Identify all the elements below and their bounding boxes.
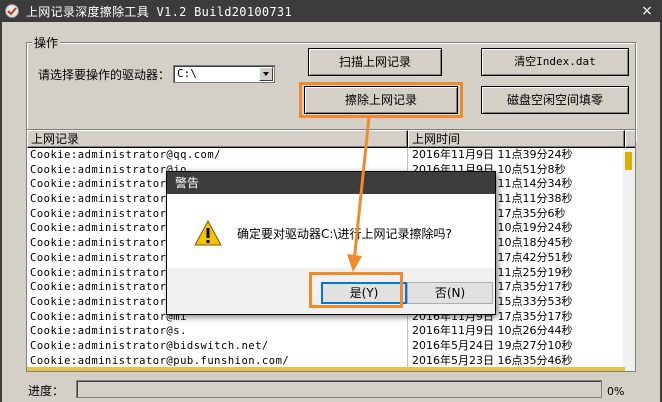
column-header-time[interactable]: 上网时间 [408, 130, 625, 148]
row-url: Cookie:administrator@bidswitch.net/ [30, 339, 269, 352]
scan-button-label: 扫描上网记录 [338, 55, 411, 69]
dialog-message: 确定要对驱动器C:\进行上网记录擦除吗? [237, 227, 452, 241]
scrollbar-thumb[interactable] [625, 152, 632, 170]
column-header-spacer [625, 130, 635, 148]
scan-button[interactable]: 扫描上网记录 [308, 48, 442, 76]
column-separator [407, 148, 408, 163]
progress-percent: 0% [607, 385, 625, 398]
warning-icon [194, 220, 222, 246]
dialog-title: 警告 [167, 172, 495, 194]
row-url: Cookie:administrator@my [30, 295, 187, 308]
row-url: Cookie:administrator@se [30, 222, 187, 235]
row-time: 2016年5月24日 19点27分10秒 [412, 338, 573, 352]
wipe-free-space-button-label: 磁盘空闲空间填零 [506, 93, 603, 107]
progress-label: 进度： [28, 384, 65, 398]
row-url: Cookie:administrator@pp [30, 237, 187, 250]
row-time: 2016年11月9日 11点39分24秒 [412, 148, 573, 161]
row-time: 2016年11月9日 10点26分44秒 [412, 324, 573, 338]
clear-index-button[interactable]: 清空Index.dat [481, 48, 629, 76]
row-url: Cookie:administrator@ap [30, 266, 187, 279]
window-title: 上网记录深度擦除工具 V1.2 Build20100731 [26, 5, 292, 19]
erase-button-highlight [299, 82, 463, 118]
table-row[interactable]: Cookie:administrator@qq.com/2016年11月9日 1… [27, 148, 625, 163]
drive-select[interactable]: C:\ [173, 65, 275, 83]
table-row[interactable]: Cookie:administrator@s. 2016年11月9日 10点26分… [27, 324, 625, 339]
wipe-free-space-button[interactable]: 磁盘空闲空间填零 [481, 86, 629, 114]
row-url: Cookie:administrator@le [30, 193, 187, 206]
row-url: Cookie:administrator@qq.com/ [30, 149, 222, 161]
row-url: Cookie:administrator@jo [30, 163, 187, 176]
row-time: 2016年5月23日 16点35分46秒 [412, 353, 573, 367]
row-url: Cookie:administrator@s. [30, 325, 187, 338]
list-header: 上网记录 上网时间 [27, 130, 635, 148]
app-icon [5, 4, 19, 18]
horizontal-scrollbar[interactable] [27, 367, 625, 371]
title-bar: 上网记录深度擦除工具 V1.2 Build20100731 × [0, 0, 662, 22]
vertical-scrollbar[interactable] [623, 148, 635, 371]
row-url: Cookie:administrator@mi [30, 310, 187, 323]
column-header-record[interactable]: 上网记录 [27, 130, 408, 148]
column-separator [407, 338, 408, 354]
row-url: Cookie:administrator@cn [30, 178, 187, 191]
operations-group-label: 操作 [32, 34, 61, 51]
yes-button-highlight [309, 272, 403, 308]
drive-label: 请选择要操作的驱动器： [38, 68, 171, 82]
row-url: Cookie:administrator@bs [30, 207, 187, 220]
progress-bar [76, 380, 602, 398]
row-url: Cookie:administrator@pub.funshion.com/ [30, 354, 290, 367]
chevron-down-icon[interactable] [259, 67, 273, 81]
row-url: Cookie:administrator@ww [30, 281, 187, 294]
table-row[interactable]: Cookie:administrator@bidswitch.net/2016年… [27, 338, 625, 354]
close-icon[interactable]: × [638, 2, 656, 20]
no-button[interactable]: 否(N) [407, 282, 493, 304]
column-separator [407, 324, 408, 339]
row-url: Cookie:administrator@ku [30, 251, 187, 264]
clear-index-button-label: 清空Index.dat [514, 55, 596, 68]
drive-select-value: C:\ [177, 67, 197, 80]
